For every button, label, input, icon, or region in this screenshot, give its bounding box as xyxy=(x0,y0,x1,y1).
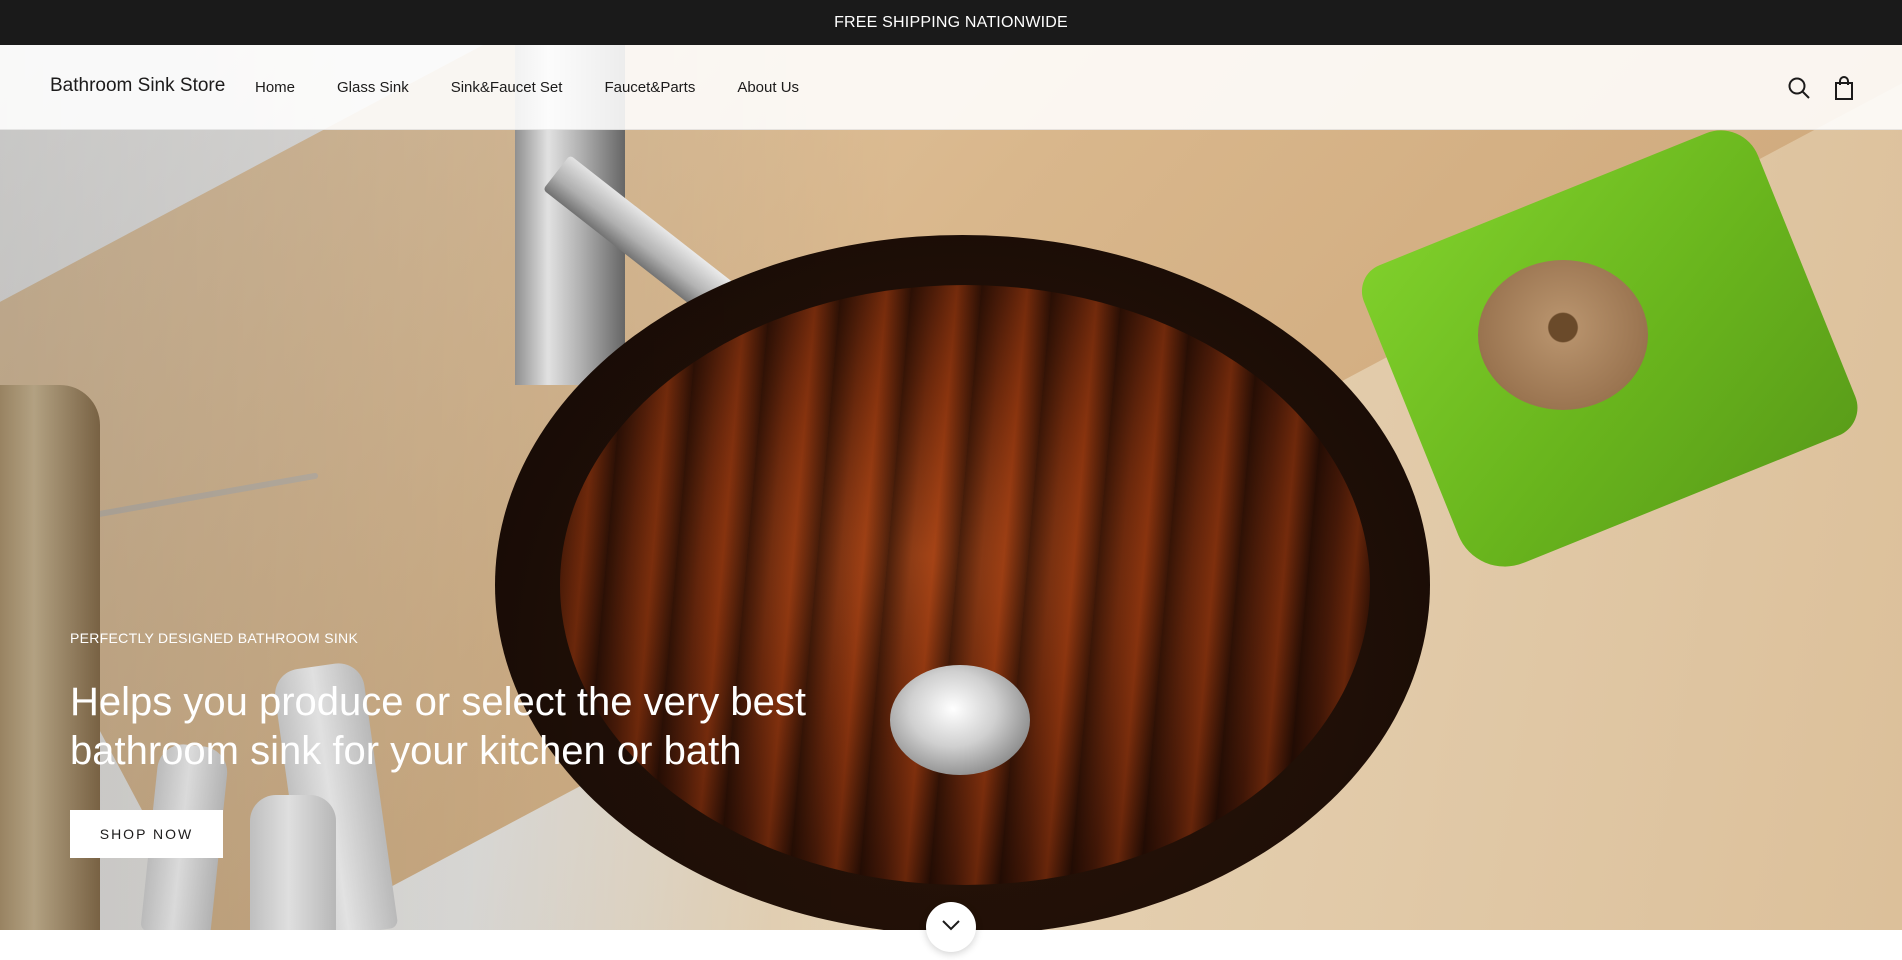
announcement-text: FREE SHIPPING NATIONWIDE xyxy=(834,13,1068,31)
shop-now-button[interactable]: SHOP NOW xyxy=(70,810,223,858)
site-header: Bathroom Sink Store Home Glass Sink Sink… xyxy=(0,45,1902,130)
nav-item-faucet-parts[interactable]: Faucet&Parts xyxy=(604,79,695,96)
shopping-bag-icon[interactable] xyxy=(1831,75,1857,101)
search-icon[interactable] xyxy=(1786,75,1812,101)
announcement-bar: FREE SHIPPING NATIONWIDE xyxy=(0,0,1902,45)
chevron-down-icon xyxy=(941,918,961,936)
nav-item-sink-faucet-set[interactable]: Sink&Faucet Set xyxy=(451,79,563,96)
nav-item-home[interactable]: Home xyxy=(255,79,295,96)
hero-image-sponge xyxy=(1478,260,1648,410)
nav-item-about-us[interactable]: About Us xyxy=(737,79,799,96)
hero-image-drain xyxy=(890,665,1030,775)
store-logo[interactable]: Bathroom Sink Store xyxy=(50,75,225,97)
hero-slideshow: PERFECTLY DESIGNED BATHROOM SINK Helps y… xyxy=(0,45,1902,930)
hero-content: PERFECTLY DESIGNED BATHROOM SINK Helps y… xyxy=(70,630,830,858)
scroll-down-button[interactable] xyxy=(926,902,976,952)
nav-item-glass-sink[interactable]: Glass Sink xyxy=(337,79,409,96)
main-navigation: Home Glass Sink Sink&Faucet Set Faucet&P… xyxy=(255,79,841,96)
hero-subheading: PERFECTLY DESIGNED BATHROOM SINK xyxy=(70,630,359,646)
hero-heading: Helps you produce or select the very bes… xyxy=(70,680,806,773)
